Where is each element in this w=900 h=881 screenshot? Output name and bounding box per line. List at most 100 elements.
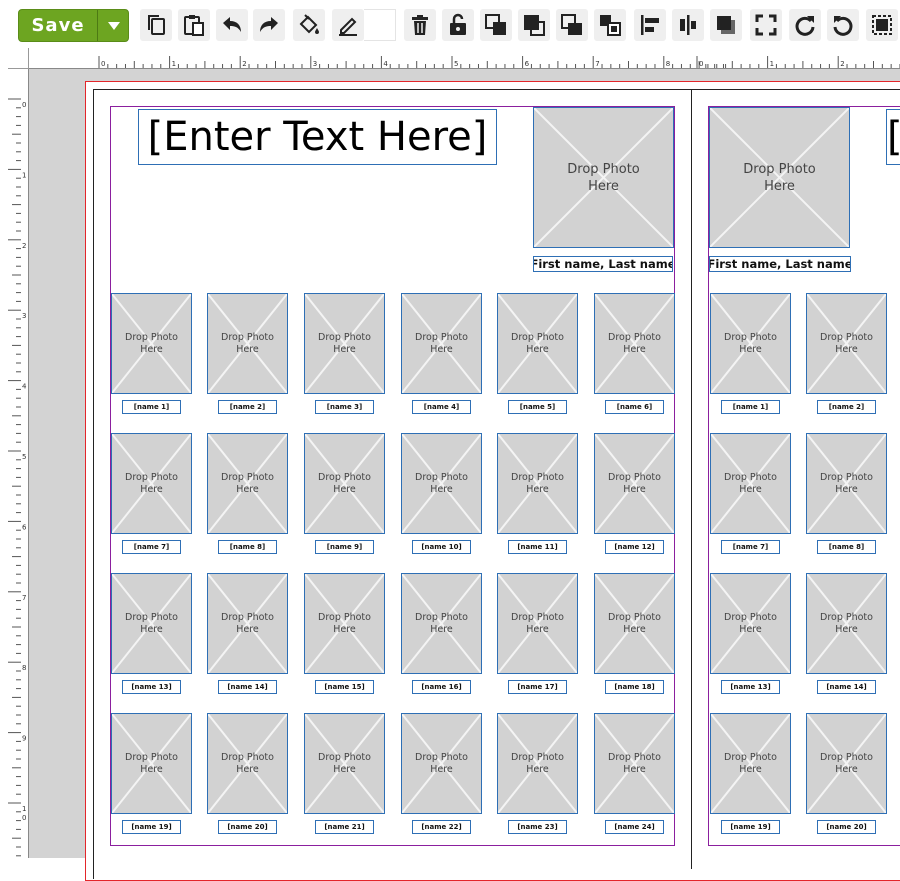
photo-frame[interactable]: Drop Photo Here xyxy=(401,293,482,394)
name-caption[interactable]: [name 6] xyxy=(605,400,664,414)
name-caption[interactable]: [name 2] xyxy=(817,400,876,414)
name-caption[interactable]: [name 7] xyxy=(721,540,780,554)
name-caption[interactable]: [name 21] xyxy=(315,820,374,834)
bring-forward-icon xyxy=(485,14,506,35)
rotate-right-button[interactable] xyxy=(789,9,821,41)
photo-frame[interactable]: Drop Photo Here xyxy=(207,433,288,534)
name-caption[interactable]: [name 3] xyxy=(315,400,374,414)
photo-frame[interactable]: Drop Photo Here xyxy=(594,433,675,534)
undo-button[interactable] xyxy=(216,9,248,41)
name-caption[interactable]: [name 20] xyxy=(218,820,277,834)
title-text-box[interactable]: [Enter Text Here] xyxy=(138,109,497,165)
name-caption[interactable]: [name 13] xyxy=(122,680,181,694)
photo-frame[interactable]: Drop Photo Here xyxy=(401,433,482,534)
lock-button[interactable] xyxy=(442,9,474,41)
photo-frame[interactable]: Drop Photo Here xyxy=(304,293,385,394)
bring-to-front-button[interactable] xyxy=(518,9,550,41)
name-caption[interactable]: [name 14] xyxy=(817,680,876,694)
name-caption[interactable]: [name 1] xyxy=(122,400,181,414)
photo-frame[interactable]: Drop Photo Here xyxy=(710,433,791,534)
align-left-button[interactable] xyxy=(634,9,666,41)
bring-forward-button[interactable] xyxy=(480,9,512,41)
name-caption[interactable]: [name 19] xyxy=(122,820,181,834)
name-caption[interactable]: [name 16] xyxy=(412,680,471,694)
featured-photo-frame[interactable]: Drop Photo Here xyxy=(533,107,674,248)
photo-frame[interactable]: Drop Photo Here xyxy=(497,433,578,534)
photo-frame[interactable]: Drop Photo Here xyxy=(594,293,675,394)
name-caption[interactable]: [name 2] xyxy=(218,400,277,414)
photo-frame[interactable]: Drop Photo Here xyxy=(710,573,791,674)
photo-frame[interactable]: Drop Photo Here xyxy=(497,713,578,814)
photo-frame[interactable]: Drop Photo Here xyxy=(207,573,288,674)
photo-frame[interactable]: Drop Photo Here xyxy=(710,713,791,814)
send-to-back-button[interactable] xyxy=(594,9,626,41)
name-caption[interactable]: [name 8] xyxy=(218,540,277,554)
photo-frame[interactable]: Drop Photo Here xyxy=(806,713,887,814)
name-caption[interactable]: [name 10] xyxy=(412,540,471,554)
save-dropdown-button[interactable] xyxy=(98,10,129,41)
photo-frame[interactable]: Drop Photo Here xyxy=(401,713,482,814)
photo-frame[interactable]: Drop Photo Here xyxy=(806,293,887,394)
photo-frame[interactable]: Drop Photo Here xyxy=(111,713,192,814)
photo-frame[interactable]: Drop Photo Here xyxy=(304,713,385,814)
ruler-label-top: 4 xyxy=(383,60,388,68)
photo-frame[interactable]: Drop Photo Here xyxy=(594,573,675,674)
save-button[interactable]: Save xyxy=(19,10,97,41)
name-caption[interactable]: [name 9] xyxy=(315,540,374,554)
drop-photo-label: Drop Photo Here xyxy=(318,471,371,495)
copy-button[interactable] xyxy=(140,9,172,41)
name-caption[interactable]: [name 18] xyxy=(605,680,664,694)
photo-frame[interactable]: Drop Photo Here xyxy=(594,713,675,814)
photo-frame[interactable]: Drop Photo Here xyxy=(207,713,288,814)
name-caption[interactable]: [name 17] xyxy=(508,680,567,694)
name-caption[interactable]: [name 13] xyxy=(721,680,780,694)
text-color-swatch[interactable] xyxy=(364,9,396,41)
redo-button[interactable] xyxy=(253,9,285,41)
name-caption[interactable]: [First name, Last name] xyxy=(533,256,673,272)
name-caption[interactable]: [name 14] xyxy=(218,680,277,694)
photo-frame[interactable]: Drop Photo Here xyxy=(497,573,578,674)
photo-frame[interactable]: Drop Photo Here xyxy=(304,573,385,674)
drop-photo-label: Drop Photo Here xyxy=(415,331,468,355)
name-caption[interactable]: [name 15] xyxy=(315,680,374,694)
name-caption[interactable]: [name 24] xyxy=(605,820,664,834)
photo-frame[interactable]: Drop Photo Here xyxy=(710,293,791,394)
name-caption[interactable]: [name 11] xyxy=(508,540,567,554)
photo-frame[interactable]: Drop Photo Here xyxy=(806,573,887,674)
name-caption[interactable]: [name 7] xyxy=(122,540,181,554)
fill-color-button[interactable] xyxy=(293,9,325,41)
fit-frame-button[interactable] xyxy=(750,9,782,41)
name-caption[interactable]: [name 5] xyxy=(508,400,567,414)
paste-button[interactable] xyxy=(178,9,210,41)
name-caption[interactable]: [name 23] xyxy=(508,820,567,834)
copy-icon xyxy=(148,15,165,35)
ruler-label-top: 1 xyxy=(172,60,176,68)
name-caption[interactable]: [name 20] xyxy=(817,820,876,834)
crop-button[interactable] xyxy=(866,9,898,41)
photo-frame[interactable]: Drop Photo Here xyxy=(111,293,192,394)
delete-button[interactable] xyxy=(404,9,436,41)
text-color-button[interactable] xyxy=(332,9,364,41)
photo-frame[interactable]: Drop Photo Here xyxy=(497,293,578,394)
rotate-left-button[interactable] xyxy=(827,9,859,41)
name-caption[interactable]: [name 8] xyxy=(817,540,876,554)
align-center-button[interactable] xyxy=(672,9,704,41)
photo-frame[interactable]: Drop Photo Here xyxy=(111,573,192,674)
pen-icon xyxy=(339,17,357,36)
name-caption[interactable]: [name 1] xyxy=(721,400,780,414)
drop-photo-label: Drop Photo Here xyxy=(743,161,816,194)
name-caption[interactable]: [name 4] xyxy=(412,400,471,414)
featured-photo-frame[interactable]: Drop Photo Here xyxy=(709,107,850,248)
title-text-box-right[interactable]: [ xyxy=(886,109,900,165)
name-caption[interactable]: [name 12] xyxy=(605,540,664,554)
name-caption[interactable]: [name 19] xyxy=(721,820,780,834)
send-backward-button[interactable] xyxy=(556,9,588,41)
shadow-button[interactable] xyxy=(710,9,742,41)
photo-frame[interactable]: Drop Photo Here xyxy=(111,433,192,534)
photo-frame[interactable]: Drop Photo Here xyxy=(401,573,482,674)
photo-frame[interactable]: Drop Photo Here xyxy=(207,293,288,394)
name-caption[interactable]: [First name, Last name] xyxy=(709,256,851,272)
photo-frame[interactable]: Drop Photo Here xyxy=(304,433,385,534)
photo-frame[interactable]: Drop Photo Here xyxy=(806,433,887,534)
name-caption[interactable]: [name 22] xyxy=(412,820,471,834)
